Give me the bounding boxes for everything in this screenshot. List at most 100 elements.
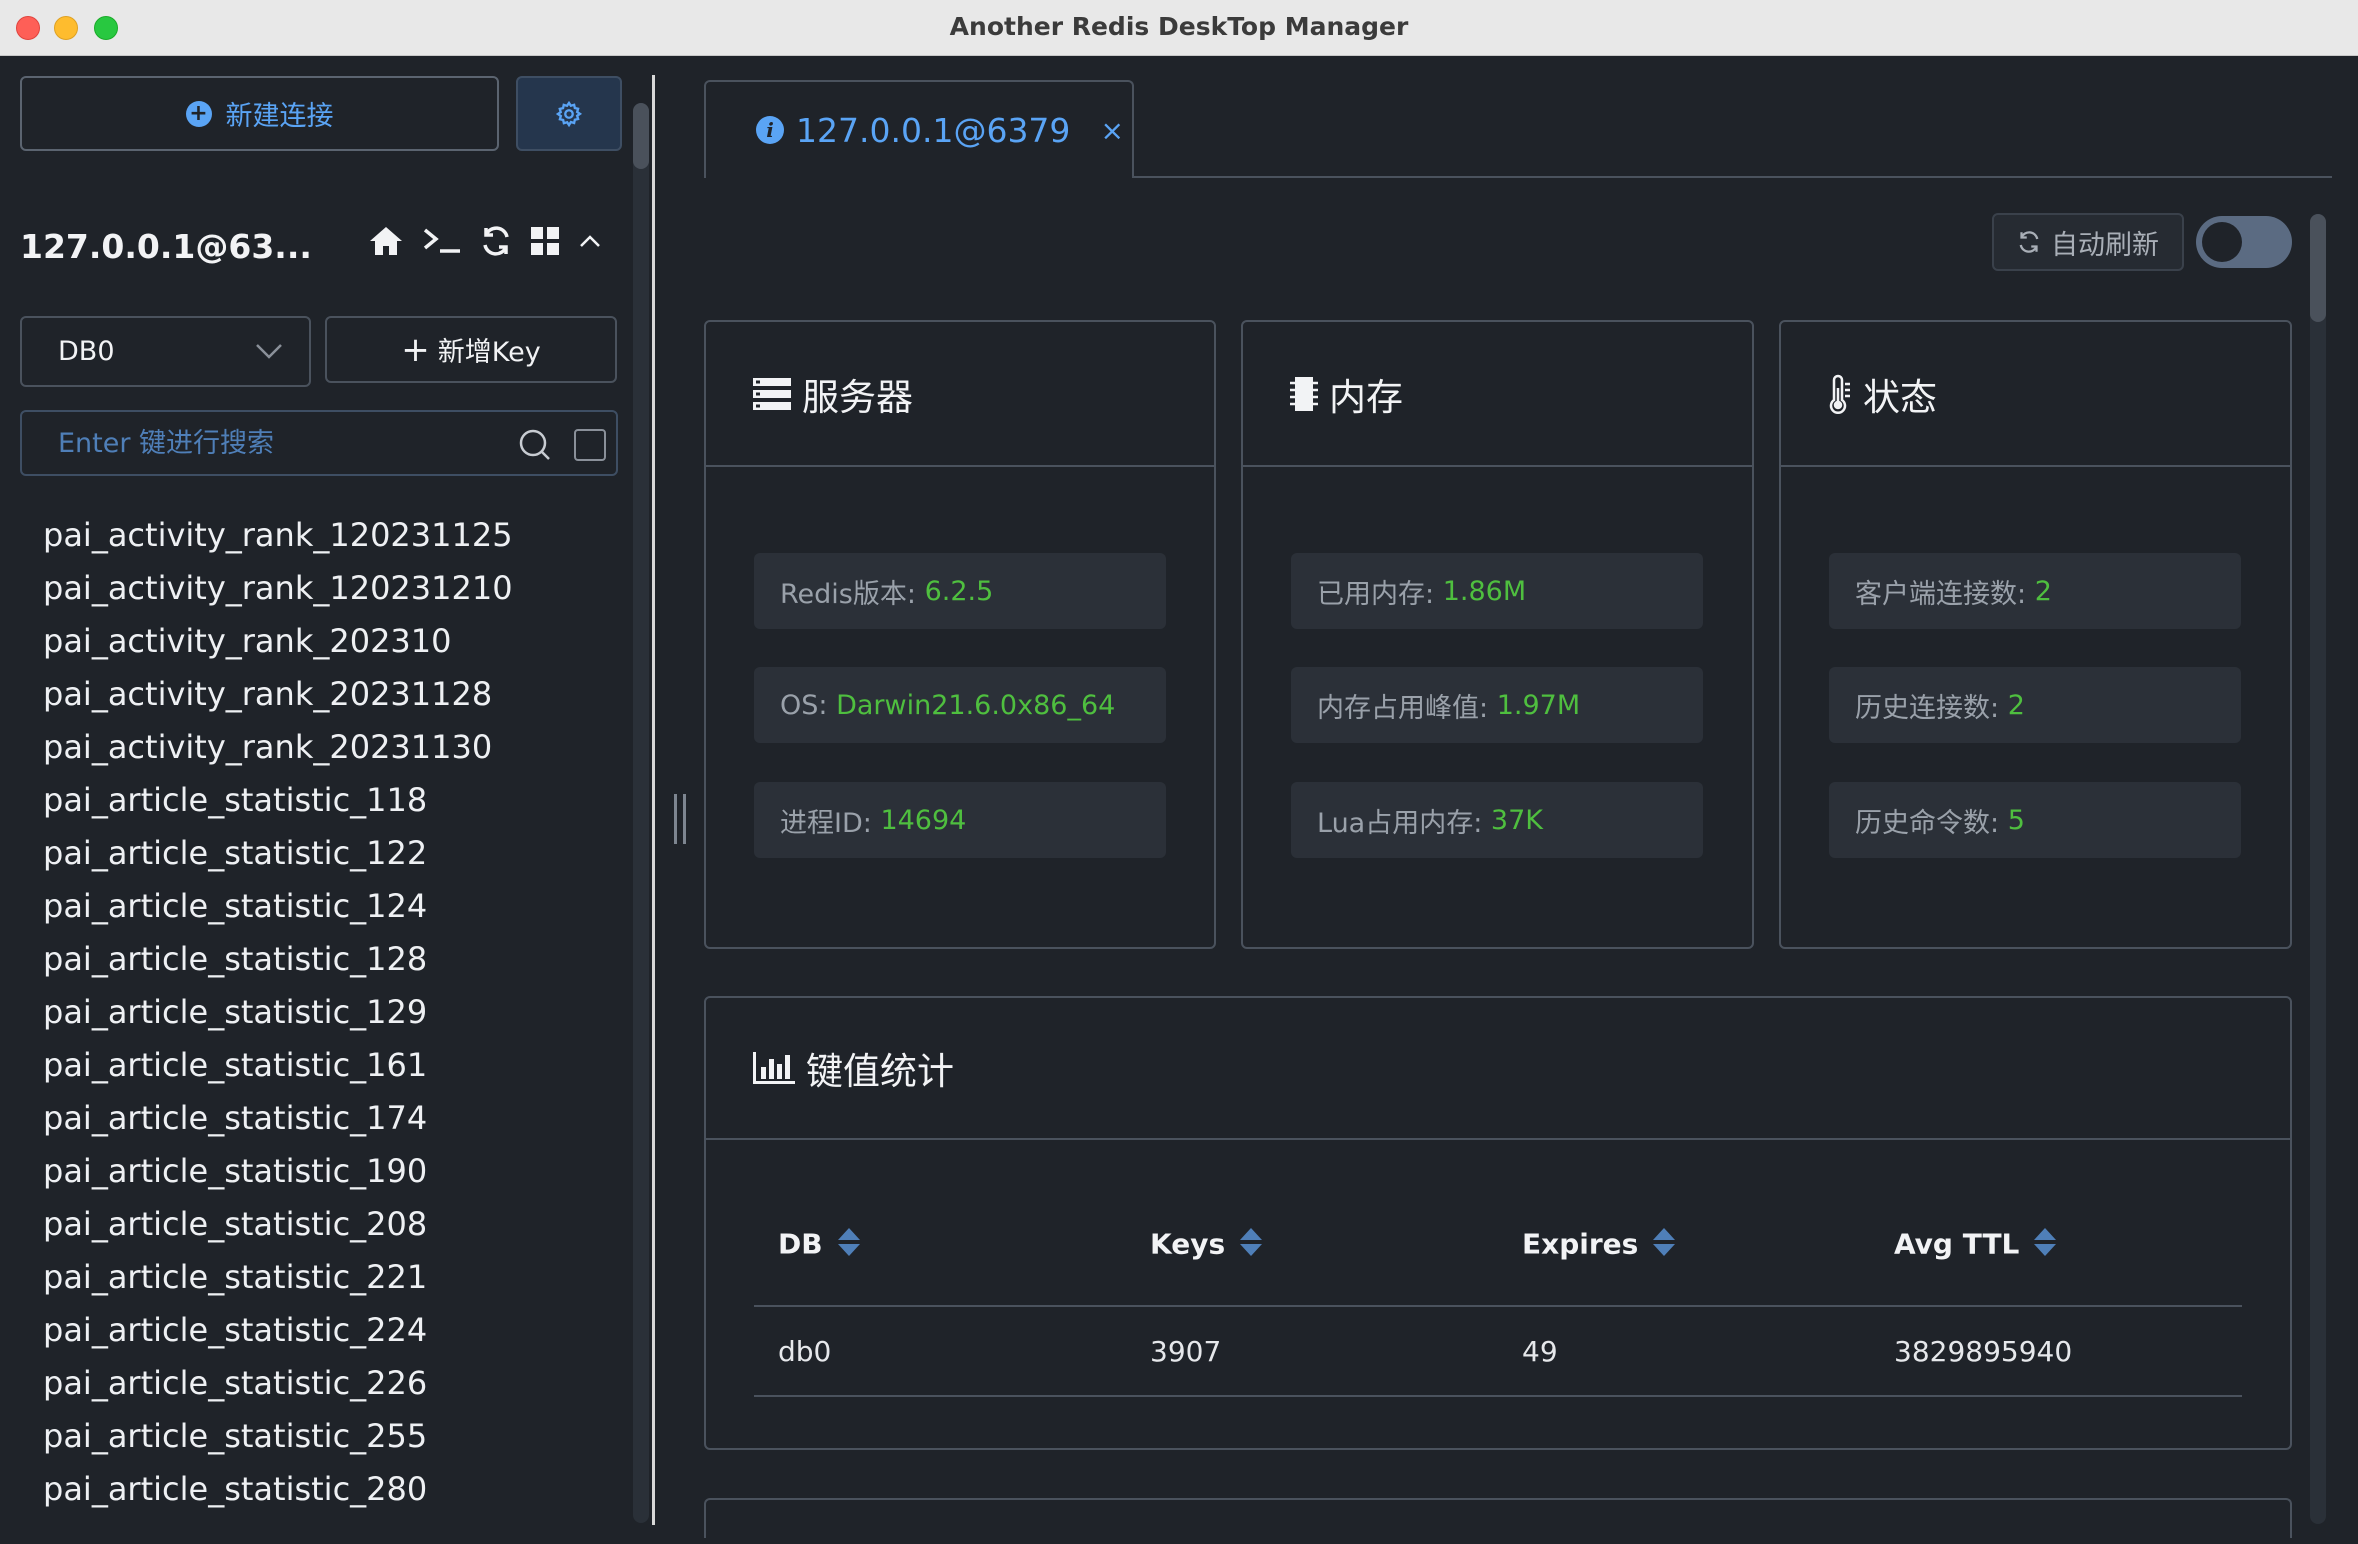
- terminal-icon[interactable]: [422, 226, 462, 256]
- key-list-item[interactable]: pai_article_statistic_190: [43, 1145, 513, 1198]
- tab-close-icon[interactable]: ×: [1100, 114, 1123, 147]
- sort-icon[interactable]: [837, 1227, 861, 1264]
- key-list-item[interactable]: pai_activity_rank_202310: [43, 615, 513, 668]
- key-list-item[interactable]: pai_article_statistic_122: [43, 827, 513, 880]
- add-key-label: 新增Key: [437, 337, 541, 368]
- memory-card-header: 内存: [1243, 322, 1752, 467]
- key-stats-table: DB Keys Expires Avg TTL db0 3907 49 3829895940: [754, 1186, 2242, 1397]
- column-header-label: DB: [778, 1227, 823, 1261]
- plus-circle-icon: +: [185, 100, 212, 127]
- lua-memory-item: Lua占用内存: 37K: [1291, 782, 1703, 858]
- memory-card: 内存 已用内存: 1.86M 内存占用峰值: 1.97M Lua占用内存: 37…: [1241, 320, 1754, 949]
- next-card-edge: [704, 1498, 2292, 1538]
- sidebar-scrollbar-thumb[interactable]: [633, 103, 649, 169]
- settings-button[interactable]: [516, 76, 622, 151]
- column-header-keys[interactable]: Keys: [1126, 1186, 1498, 1307]
- sort-icon[interactable]: [1239, 1227, 1263, 1264]
- tab-bar-line: [1132, 176, 2332, 178]
- key-search: [20, 410, 618, 476]
- peak-memory-label: 内存占用峰值:: [1317, 692, 1489, 724]
- key-list-item[interactable]: pai_article_statistic_124: [43, 880, 513, 933]
- add-key-button[interactable]: + 新增Key: [325, 316, 617, 383]
- pid-label: 进程ID:: [780, 807, 872, 839]
- history-commands-value: 5: [2007, 804, 2025, 836]
- bar-chart-icon: [753, 1052, 795, 1084]
- sort-icon[interactable]: [2033, 1227, 2057, 1264]
- connection-toolbar: [368, 225, 602, 257]
- column-header-expires[interactable]: Expires: [1498, 1186, 1870, 1307]
- column-header-label: Keys: [1150, 1227, 1226, 1261]
- main-scrollbar[interactable]: [2310, 214, 2326, 1524]
- redis-version-value: 6.2.5: [924, 575, 994, 607]
- peak-memory-item: 内存占用峰值: 1.97M: [1291, 667, 1703, 743]
- home-icon[interactable]: [368, 225, 404, 257]
- server-icon: [753, 377, 791, 410]
- redis-version-label: Redis版本:: [780, 578, 916, 610]
- db-select-value: DB0: [58, 336, 115, 367]
- key-list-item[interactable]: pai_article_statistic_280: [43, 1463, 513, 1516]
- clients-label: 客户端连接数:: [1855, 578, 2027, 610]
- table-row: db0 3907 49 3829895940: [754, 1306, 2242, 1397]
- status-card-title: 状态: [1863, 375, 1937, 419]
- search-icon[interactable]: [518, 428, 552, 462]
- refresh-icon[interactable]: [480, 225, 512, 257]
- memory-card-title: 内存: [1329, 375, 1403, 419]
- history-connections-label: 历史连接数:: [1855, 692, 2000, 724]
- exact-search-checkbox[interactable]: [574, 429, 606, 461]
- table-cell: 3907: [1126, 1306, 1498, 1397]
- info-icon: i: [756, 116, 784, 144]
- memory-chip-icon: [1290, 376, 1318, 411]
- server-card-header: 服务器: [706, 322, 1214, 467]
- lua-memory-value: 37K: [1490, 804, 1543, 836]
- lua-memory-label: Lua占用内存:: [1317, 807, 1483, 839]
- chevron-down-icon: [256, 344, 282, 359]
- grid-icon[interactable]: [530, 226, 560, 256]
- key-list-item[interactable]: pai_article_statistic_255: [43, 1410, 513, 1463]
- sort-icon[interactable]: [1652, 1227, 1676, 1264]
- key-list-item[interactable]: pai_article_statistic_174: [43, 1092, 513, 1145]
- key-list-item[interactable]: pai_article_statistic_129: [43, 986, 513, 1039]
- table-cell: db0: [754, 1306, 1126, 1397]
- sidebar-scrollbar[interactable]: [633, 103, 649, 1523]
- new-connection-button[interactable]: + 新建连接: [20, 76, 499, 151]
- pid-item: 进程ID: 14694: [754, 782, 1166, 858]
- key-list-item[interactable]: pai_activity_rank_20231130: [43, 721, 513, 774]
- panel-resize-handle[interactable]: [674, 794, 686, 844]
- thermometer-icon: [1829, 374, 1850, 414]
- key-list-item[interactable]: pai_article_statistic_221: [43, 1251, 513, 1304]
- connection-name[interactable]: 127.0.0.1@63...: [20, 227, 312, 266]
- key-list-item[interactable]: pai_activity_rank_120231125: [43, 509, 513, 562]
- key-list-item[interactable]: pai_activity_rank_120231210: [43, 562, 513, 615]
- toggle-knob: [2202, 222, 2242, 262]
- tab-connection-info[interactable]: i 127.0.0.1@6379 ×: [704, 80, 1134, 178]
- column-header-avg-ttl[interactable]: Avg TTL: [1870, 1186, 2242, 1307]
- column-header-label: Expires: [1522, 1227, 1639, 1261]
- key-list-item[interactable]: pai_article_statistic_226: [43, 1357, 513, 1410]
- key-list-item[interactable]: pai_article_statistic_224: [43, 1304, 513, 1357]
- new-connection-label: 新建连接: [225, 101, 334, 132]
- auto-refresh-button[interactable]: 自动刷新: [1992, 213, 2184, 271]
- key-list-item[interactable]: pai_article_statistic_161: [43, 1039, 513, 1092]
- key-list-item[interactable]: pai_article_statistic_208: [43, 1198, 513, 1251]
- collapse-chevron-icon[interactable]: [578, 231, 602, 251]
- key-list-item[interactable]: pai_article_statistic_118: [43, 774, 513, 827]
- key-list-item[interactable]: pai_activity_rank_20231128: [43, 668, 513, 721]
- key-list-item[interactable]: pai_article_statistic_128: [43, 933, 513, 986]
- key-search-input[interactable]: [58, 427, 498, 459]
- peak-memory-value: 1.97M: [1496, 689, 1581, 721]
- history-commands-label: 历史命令数:: [1855, 807, 2000, 839]
- history-connections-item: 历史连接数: 2: [1829, 667, 2241, 743]
- db-select[interactable]: DB0: [20, 316, 311, 387]
- auto-refresh-toggle[interactable]: [2196, 216, 2292, 268]
- refresh-icon: [2019, 231, 2039, 253]
- main-scrollbar-thumb[interactable]: [2310, 214, 2326, 322]
- plus-icon: +: [401, 329, 430, 370]
- panel-divider: [652, 75, 655, 1525]
- column-header-db[interactable]: DB: [754, 1186, 1126, 1307]
- key-stats-card: 键值统计 DB Keys Expires Avg TTL db0 3907 49 38298…: [704, 996, 2292, 1450]
- os-value: Darwin21.6.0x86_64: [836, 689, 1116, 721]
- window-title: Another Redis DeskTop Manager: [949, 12, 1409, 41]
- key-list: pai_activity_rank_120231125 pai_activity_…: [43, 509, 513, 1516]
- key-stats-title: 键值统计: [806, 1050, 954, 1093]
- os-item: OS: Darwin21.6.0x86_64: [754, 667, 1166, 743]
